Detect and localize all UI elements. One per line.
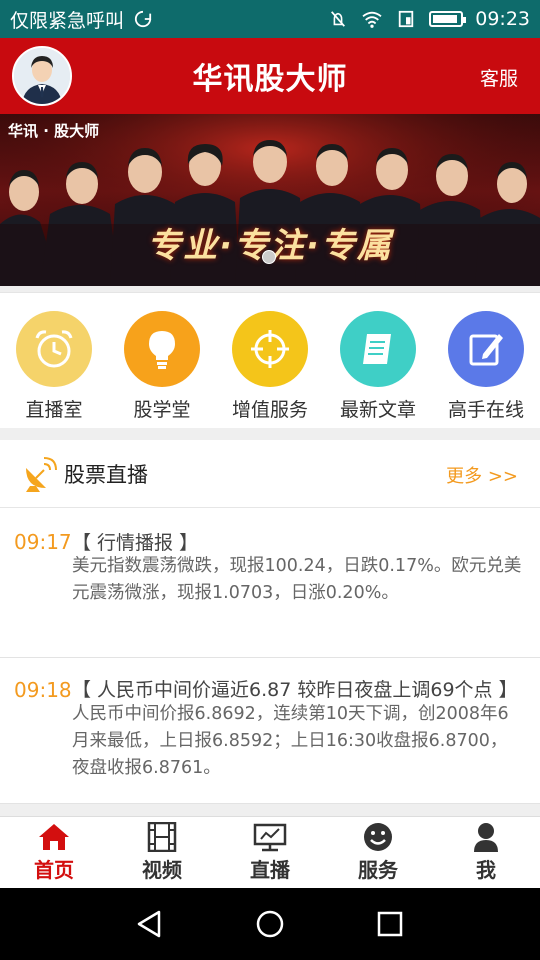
lightbulb-icon — [124, 311, 200, 387]
status-time: 09:23 — [475, 8, 530, 30]
news-body: 人民币中间价报6.8692，连续第10天下调，创2008年6月来最低，上日报6.… — [72, 704, 509, 778]
app-header: 华讯股大师 客服 — [0, 38, 540, 114]
avatar[interactable] — [12, 46, 72, 106]
alarm-clock-icon — [16, 311, 92, 387]
film-icon — [147, 822, 177, 852]
pencil-edit-icon — [448, 311, 524, 387]
menu-label: 直播室 — [25, 399, 83, 421]
news-time: 09:18 — [14, 678, 72, 702]
quick-menu: 直播室 股学堂 增值服务 最新文章 高手在线 — [0, 292, 540, 428]
menu-latest-articles[interactable]: 最新文章 — [328, 311, 428, 428]
mute-icon — [331, 11, 346, 27]
menu-label: 股学堂 — [133, 399, 191, 421]
customer-service-button[interactable]: 客服 — [480, 64, 518, 91]
bottom-tab-bar: 首页 视频 直播 服务 我 — [0, 816, 540, 888]
menu-label: 增值服务 — [231, 399, 308, 421]
system-navigation-bar — [0, 888, 540, 960]
back-icon[interactable] — [135, 909, 165, 939]
tab-service[interactable]: 服务 — [324, 822, 432, 883]
user-avatar-icon — [14, 48, 70, 104]
monitor-icon — [253, 823, 287, 852]
promo-banner[interactable]: 华讯 · 股大师 专业·专注·专属 — [0, 114, 540, 286]
menu-label: 最新文章 — [339, 399, 416, 421]
tab-label: 视频 — [142, 858, 182, 882]
tab-label: 首页 — [34, 858, 74, 882]
tab-video[interactable]: 视频 — [108, 822, 216, 883]
news-headline: 【 人民币中间价逼近6.87 较昨日夜盘上调69个点 】 — [72, 679, 518, 701]
divider — [0, 804, 540, 816]
status-bar: 仅限紧急呼叫 09:23 — [0, 0, 540, 38]
home-icon — [39, 824, 69, 850]
banner-brand-text: 华讯 · 股大师 — [8, 122, 100, 140]
tab-label: 直播 — [250, 858, 290, 882]
list-item[interactable]: 09:18 【 人民币中间价逼近6.87 较昨日夜盘上调69个点 】 人民币中间… — [0, 658, 540, 804]
menu-value-added-service[interactable]: 增值服务 — [220, 311, 320, 428]
smiley-icon — [364, 823, 392, 851]
tab-label: 我 — [476, 858, 496, 882]
tab-me[interactable]: 我 — [432, 822, 540, 883]
carrier-text: 仅限紧急呼叫 — [10, 9, 125, 32]
menu-live-room[interactable]: 直播室 — [4, 311, 104, 428]
satellite-dish-icon — [26, 456, 57, 492]
app-title: 华讯股大师 — [192, 62, 348, 97]
menu-stock-school[interactable]: 股学堂 — [112, 311, 212, 428]
news-body: 美元指数震荡微跌，现报100.24，日跌0.17%。欧元兑美元震荡微涨，现报1.… — [72, 556, 522, 603]
wifi-icon — [362, 11, 382, 28]
carousel-indicator[interactable] — [262, 250, 276, 264]
news-headline: 【 行情播报 】 — [72, 532, 199, 554]
battery-icon — [429, 11, 467, 27]
menu-label: 高手在线 — [447, 399, 524, 421]
status-right: 09:23 — [327, 8, 530, 30]
document-icon — [340, 311, 416, 387]
news-time: 09:17 — [14, 530, 72, 554]
recent-apps-icon[interactable] — [375, 909, 405, 939]
stock-live-header: 股票直播 更多 >> — [0, 440, 540, 508]
tab-live[interactable]: 直播 — [216, 822, 324, 883]
sim-icon — [399, 10, 414, 28]
list-item[interactable]: 09:17 【 行情播报 】 美元指数震荡微跌，现报100.24，日跌0.17%… — [0, 508, 540, 658]
tab-home[interactable]: 首页 — [0, 822, 108, 883]
menu-experts-online[interactable]: 高手在线 — [436, 311, 536, 428]
more-link[interactable]: 更多 >> — [446, 462, 518, 488]
divider — [0, 428, 540, 440]
loading-icon — [134, 10, 152, 28]
home-circle-icon[interactable] — [255, 909, 285, 939]
tab-label: 服务 — [358, 858, 398, 882]
status-left: 仅限紧急呼叫 — [10, 6, 154, 33]
section-title: 股票直播 — [64, 462, 148, 487]
person-icon — [474, 823, 498, 852]
target-icon — [232, 311, 308, 387]
